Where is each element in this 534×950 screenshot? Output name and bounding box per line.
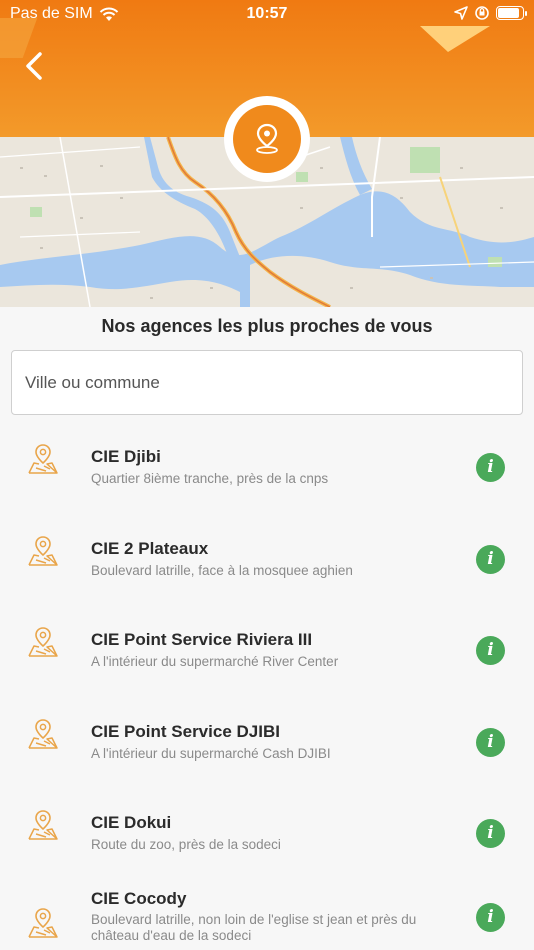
- agency-item[interactable]: CIE Point Service DJIBI A l'intérieur du…: [0, 695, 534, 787]
- location-badge: [224, 96, 310, 182]
- map-location-icon: [28, 907, 58, 938]
- agency-address: Route du zoo, près de la sodeci: [91, 837, 281, 852]
- battery-icon: [496, 6, 527, 20]
- rotation-lock-icon: [475, 6, 489, 20]
- status-right: [454, 5, 527, 21]
- info-icon: i: [487, 823, 494, 843]
- agency-name: CIE Cocody: [91, 888, 187, 908]
- agency-name: CIE Point Service DJIBI: [91, 721, 280, 741]
- status-bar: Pas de SIM 10:57: [0, 0, 534, 30]
- location-arrow-icon: [454, 6, 468, 20]
- info-button[interactable]: i: [476, 544, 505, 574]
- agency-list: CIE Djibi Quartier 8ième tranche, près d…: [0, 420, 534, 950]
- search-field[interactable]: [11, 350, 523, 415]
- agency-address: A l'intérieur du supermarché River Cente…: [91, 654, 339, 669]
- info-icon: i: [487, 457, 494, 477]
- info-button[interactable]: i: [476, 902, 505, 932]
- back-button[interactable]: [14, 46, 54, 86]
- search-input[interactable]: [12, 351, 522, 414]
- agency-name: CIE Point Service Riviera III: [91, 630, 313, 649]
- map-location-icon: [28, 444, 58, 474]
- info-icon: i: [487, 731, 494, 752]
- map-location-icon: [28, 810, 58, 840]
- info-icon: i: [487, 906, 494, 927]
- location-pin-icon: [256, 123, 278, 154]
- agency-address: Quartier 8ième tranche, près de la cnps: [91, 471, 329, 486]
- chevron-left-icon: [26, 52, 42, 80]
- map-location-icon: [28, 718, 58, 749]
- info-button[interactable]: i: [476, 819, 505, 848]
- page-title: Nos agences les plus proches de vous: [101, 316, 433, 336]
- agency-name: CIE Dokui: [91, 813, 172, 832]
- info-icon: i: [487, 548, 494, 569]
- info-button[interactable]: i: [476, 453, 505, 482]
- map-location-icon: [28, 627, 58, 657]
- agency-address: A l'intérieur du supermarché Cash DJIBI: [91, 745, 331, 761]
- info-button[interactable]: i: [476, 727, 505, 757]
- agency-item[interactable]: CIE Djibi Quartier 8ième tranche, près d…: [0, 420, 534, 512]
- map-location-icon: [28, 535, 58, 566]
- agency-item[interactable]: CIE Dokui Route du zoo, près de la sodec…: [0, 786, 534, 878]
- agency-name: CIE Djibi: [91, 447, 161, 466]
- agency-name: CIE 2 Plateaux: [91, 538, 209, 558]
- agency-address: Boulevard latrille, face à la mosquee ag…: [91, 562, 353, 578]
- agency-item[interactable]: CIE Cocody Boulevard latrille, non loin …: [0, 878, 534, 950]
- agency-item[interactable]: CIE 2 Plateaux Boulevard latrille, face …: [0, 512, 534, 604]
- agencies-screen: Pas de SIM 10:57 Nos agences les plus pr…: [0, 0, 534, 950]
- info-button[interactable]: i: [476, 636, 505, 665]
- location-badge-inner: [233, 105, 301, 173]
- agency-address: Boulevard latrille, non loin de l'eglise…: [91, 911, 417, 943]
- info-icon: i: [487, 640, 494, 660]
- agency-item[interactable]: CIE Point Service Riviera III A l'intéri…: [0, 603, 534, 695]
